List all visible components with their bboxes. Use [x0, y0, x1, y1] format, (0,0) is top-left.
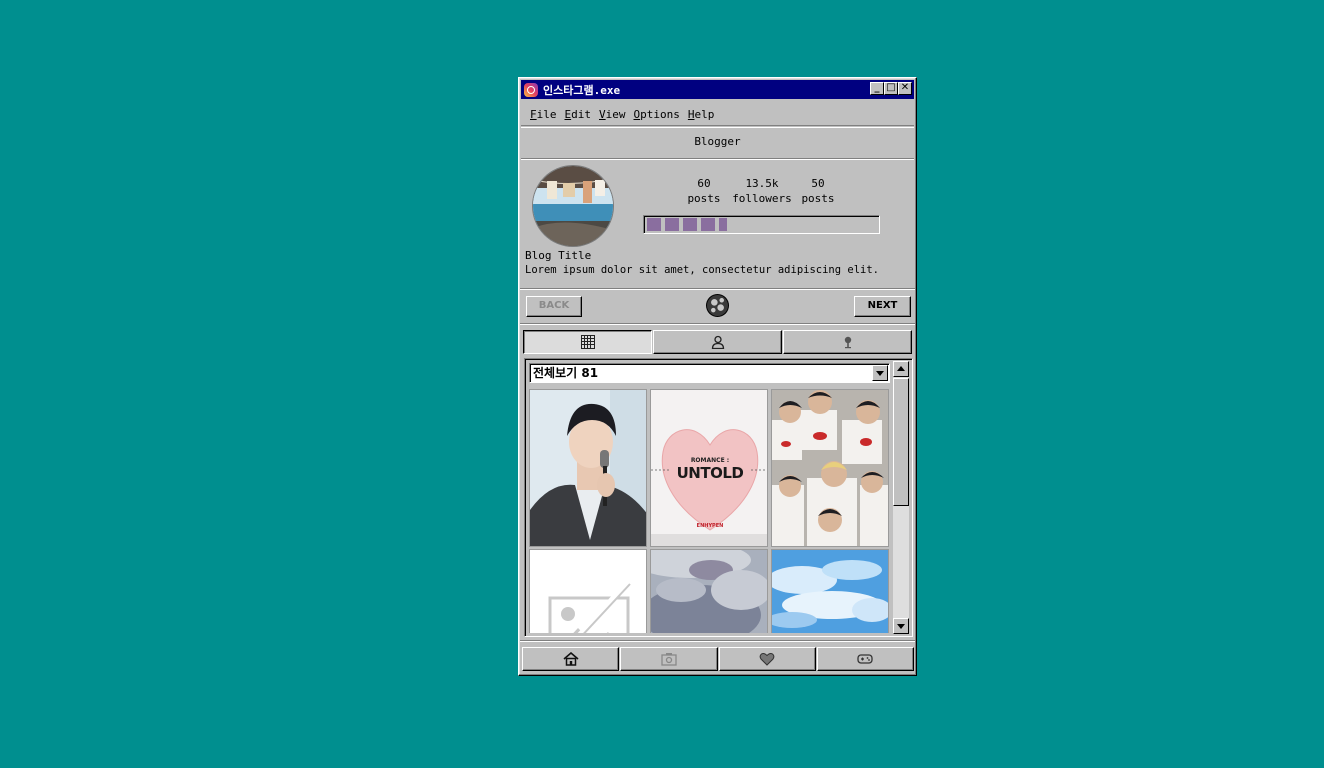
nav-camera[interactable] — [620, 647, 718, 671]
stat-label: posts — [801, 192, 835, 205]
avatar-photo — [533, 166, 613, 246]
divider — [520, 288, 915, 290]
album-cover-title: UNTOLD — [677, 464, 744, 482]
minimize-button[interactable]: _ — [870, 82, 884, 95]
tab-location[interactable] — [783, 330, 912, 354]
stat-posts-2[interactable]: 50 posts — [796, 176, 840, 206]
album-cover-brand: ENHYPEN — [697, 523, 724, 529]
divider — [520, 640, 915, 642]
home-icon — [563, 652, 579, 666]
tab-tagged[interactable] — [653, 330, 782, 354]
instagram-icon — [524, 82, 538, 97]
image-placeholder-icon — [530, 550, 646, 633]
stat-value: 60 — [697, 177, 711, 190]
photo-sky — [772, 550, 888, 633]
title-bar[interactable]: 인스타그램.exe _ □ ✕ — [521, 80, 914, 99]
stat-label: posts — [687, 192, 721, 205]
progress-bar — [643, 215, 880, 234]
tab-grid[interactable] — [523, 330, 652, 354]
scroll-thumb[interactable] — [893, 378, 909, 506]
menu-file[interactable]: File — [530, 108, 557, 121]
game-controller-icon — [857, 654, 874, 664]
stat-value: 13.5k — [745, 177, 779, 190]
close-button[interactable]: ✕ — [898, 82, 912, 95]
stat-posts[interactable]: 60 posts — [682, 176, 726, 206]
grid-icon — [580, 335, 595, 349]
menu-edit[interactable]: Edit — [565, 108, 592, 121]
photo-group — [772, 390, 888, 546]
album-select-value: 전체보기 81 — [533, 366, 599, 380]
profile-username: Blogger — [694, 135, 741, 148]
back-button[interactable]: BACK — [526, 296, 582, 317]
nav-home[interactable] — [522, 647, 620, 671]
bio-title: Blog Title — [525, 249, 592, 262]
heart-icon — [759, 653, 775, 666]
grid-photo[interactable] — [529, 389, 647, 547]
camera-icon — [661, 653, 677, 666]
grid-photo[interactable] — [771, 549, 889, 633]
stat-followers[interactable]: 13.5k followers — [731, 176, 793, 206]
location-pin-icon — [844, 336, 851, 349]
globe-icon[interactable] — [707, 295, 728, 316]
grid-photo[interactable] — [771, 389, 889, 547]
nav-likes[interactable] — [718, 647, 816, 671]
window-title: 인스타그램.exe — [543, 83, 621, 97]
photo-singer — [530, 390, 646, 546]
grid-photo[interactable]: ROMANCE : UNTOLD ENHYPEN — [650, 389, 768, 547]
grid-photo[interactable] — [529, 549, 647, 633]
grid-photo[interactable] — [650, 549, 768, 633]
bottom-nav — [522, 647, 914, 671]
menu-help[interactable]: Help — [688, 108, 715, 121]
progress-fill — [647, 218, 727, 231]
menu-bar: File Edit View Options Help — [521, 103, 914, 126]
profile-header: Blogger — [521, 127, 914, 159]
maximize-button[interactable]: □ — [884, 82, 898, 95]
bio-text: Lorem ipsum dolor sit amet, consectetur … — [525, 264, 880, 276]
scroll-down-button[interactable] — [893, 618, 909, 634]
album-cover-small-text: ROMANCE : — [691, 457, 729, 464]
nav-games[interactable] — [816, 647, 914, 671]
chevron-down-icon — [897, 624, 905, 629]
album-select[interactable]: 전체보기 81 — [529, 363, 890, 383]
chevron-down-icon — [876, 371, 884, 376]
next-button[interactable]: NEXT — [854, 296, 911, 317]
user-icon — [711, 335, 724, 349]
chevron-up-icon — [897, 366, 905, 371]
menu-options[interactable]: Options — [634, 108, 680, 121]
dropdown-arrow-button[interactable] — [872, 365, 888, 381]
scroll-up-button[interactable] — [893, 361, 909, 377]
avatar[interactable] — [533, 166, 613, 246]
menu-view[interactable]: View — [599, 108, 626, 121]
scrollbar[interactable] — [893, 361, 909, 634]
photo-water — [651, 550, 767, 633]
photo-grid: ROMANCE : UNTOLD ENHYPEN — [529, 389, 891, 633]
album-cover: ROMANCE : UNTOLD ENHYPEN — [651, 390, 767, 546]
stat-label: followers — [732, 192, 792, 205]
divider — [520, 323, 915, 325]
stat-value: 50 — [811, 177, 825, 190]
